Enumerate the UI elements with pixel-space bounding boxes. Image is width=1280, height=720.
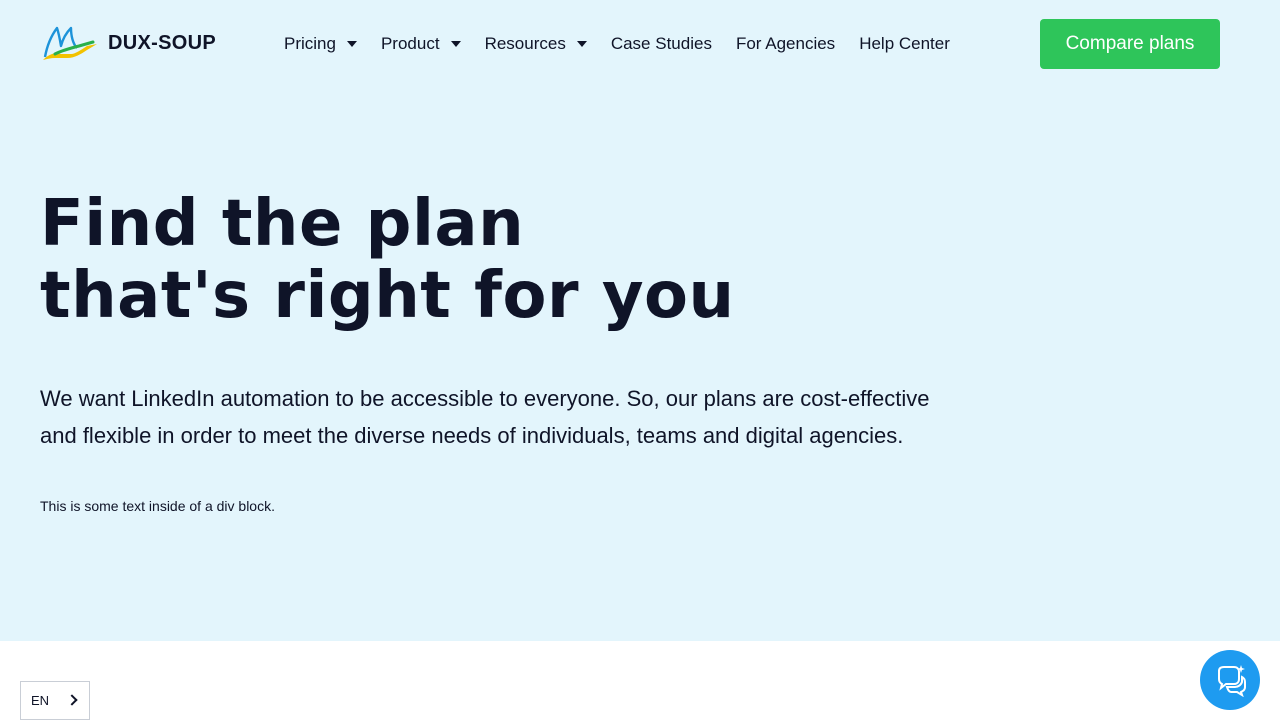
logo-link[interactable]: DUX-SOUP <box>41 24 216 62</box>
top-navbar: DUX-SOUP Pricing Product Resources Case … <box>0 0 1280 88</box>
chevron-right-icon <box>66 694 78 706</box>
nav-item-label: Pricing <box>284 34 336 53</box>
language-selector[interactable]: EN <box>20 681 90 720</box>
nav-item-label: Help Center <box>859 34 950 53</box>
caret-down-icon <box>450 41 461 47</box>
chat-bubbles-icon <box>1218 665 1246 697</box>
nav-item-label: For Agencies <box>735 34 836 53</box>
page-title-line-1: Find the plan <box>40 187 525 261</box>
logo-text: DUX-SOUP <box>108 31 216 54</box>
hero-section: DUX-SOUP Pricing Product Resources Case … <box>0 0 1280 641</box>
caret-down-icon <box>576 41 587 47</box>
nav-item-label: Case Studies <box>610 34 712 53</box>
nav-item-label: Resources <box>484 34 566 53</box>
nav-item-for-agencies[interactable]: For Agencies <box>736 34 835 54</box>
nav-item-label: Product <box>380 34 440 53</box>
placeholder-text: This is some text inside of a div block. <box>40 498 275 514</box>
main-navigation: Pricing Product Resources Case Studies F… <box>284 33 950 55</box>
nav-item-resources[interactable]: Resources <box>485 34 587 54</box>
chat-widget-button[interactable] <box>1200 650 1260 710</box>
nav-item-pricing[interactable]: Pricing <box>284 34 357 54</box>
compare-plans-button[interactable]: Compare plans <box>1040 19 1220 69</box>
page-title: Find the plan that's right for you <box>40 188 735 332</box>
page-title-line-2: that's right for you <box>40 259 735 333</box>
hero-description: We want LinkedIn automation to be access… <box>40 386 930 448</box>
caret-down-icon <box>346 41 357 47</box>
nav-item-help-center[interactable]: Help Center <box>859 34 950 54</box>
duck-logo-icon <box>43 26 97 60</box>
nav-item-product[interactable]: Product <box>381 34 461 54</box>
nav-item-case-studies[interactable]: Case Studies <box>611 34 712 54</box>
language-value: EN <box>31 693 50 708</box>
